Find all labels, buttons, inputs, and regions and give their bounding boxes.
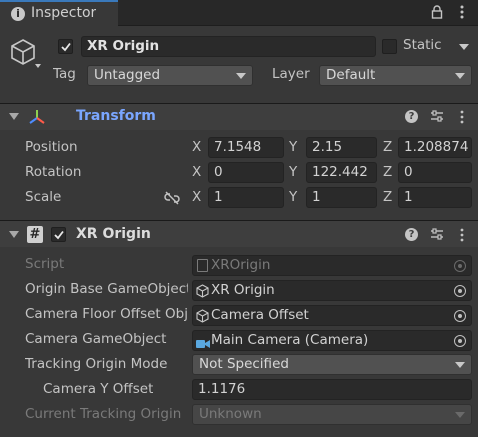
camera-gameobject-label: Camera GameObject (25, 331, 167, 347)
current-tracking-origin-value: Unknown (199, 406, 262, 422)
object-name-field[interactable]: XR Origin (81, 36, 376, 57)
scale-z-axis[interactable]: Z (383, 189, 392, 205)
rotation-x-axis[interactable]: X (192, 164, 201, 180)
layer-label: Layer (272, 66, 310, 82)
camera-floor-offset-value: Camera Offset (211, 307, 309, 323)
camera-y-offset-label: Camera Y Offset (43, 381, 154, 397)
chevron-down-icon (455, 412, 465, 418)
camera-gameobject-value: Main Camera (Camera) (211, 332, 369, 348)
kebab-menu-icon[interactable] (455, 4, 469, 20)
rotation-z-field[interactable]: 0 (398, 162, 472, 183)
gameobject-icon (196, 309, 209, 323)
script-value: XROrigin (211, 257, 271, 273)
tab-inspector[interactable]: i Inspector (0, 0, 118, 27)
tag-dropdown[interactable]: Untagged (87, 65, 253, 86)
component-enabled-checkbox[interactable] (51, 227, 66, 242)
kebab-menu-icon[interactable] (456, 109, 468, 125)
rotation-y-axis[interactable]: Y (289, 164, 297, 180)
position-y-axis[interactable]: Y (289, 139, 297, 155)
tag-value: Untagged (94, 67, 161, 83)
layer-dropdown[interactable]: Default (319, 65, 472, 86)
object-picker-icon[interactable] (454, 285, 466, 297)
position-label: Position (25, 139, 78, 155)
scale-label: Scale (25, 189, 62, 205)
foldout-arrow-icon[interactable] (9, 231, 19, 238)
camera-gameobject-field[interactable]: Main Camera (Camera) (192, 330, 472, 351)
tracking-origin-mode-label: Tracking Origin Mode (25, 356, 168, 372)
origin-base-label: Origin Base GameObject (25, 281, 188, 297)
static-label: Static (403, 37, 442, 53)
help-icon[interactable]: ? (405, 228, 418, 241)
script-label: Script (25, 256, 65, 272)
position-z-axis[interactable]: Z (383, 139, 392, 155)
current-tracking-origin-label: Current Tracking Origin (25, 406, 182, 422)
static-checkbox[interactable] (382, 39, 397, 54)
info-icon: i (11, 7, 25, 21)
static-dropdown-icon[interactable] (459, 44, 469, 50)
origin-base-field[interactable]: XR Origin (192, 280, 472, 301)
script-hash-icon: # (27, 226, 43, 243)
gameobject-cube-icon[interactable] (9, 37, 41, 71)
tab-title: Inspector (31, 5, 97, 21)
chevron-down-icon (455, 362, 465, 368)
object-picker-icon (454, 260, 466, 272)
help-icon[interactable]: ? (405, 110, 418, 123)
position-z-field[interactable]: 1.208874 (398, 137, 472, 158)
current-tracking-origin-dropdown: Unknown (192, 404, 472, 425)
rotation-label: Rotation (25, 164, 82, 180)
script-file-icon (197, 259, 208, 272)
layer-value: Default (326, 67, 376, 83)
presets-icon[interactable] (430, 109, 444, 123)
camera-floor-offset-label: Camera Floor Offset Object (25, 306, 188, 322)
tag-label: Tag (53, 66, 76, 82)
transform-title: Transform (76, 108, 156, 124)
position-x-axis[interactable]: X (192, 139, 201, 155)
presets-icon[interactable] (430, 227, 444, 241)
camera-icon (196, 336, 210, 348)
unlinked-scale-icon[interactable] (164, 190, 180, 206)
script-field: XROrigin (192, 255, 472, 276)
rotation-z-axis[interactable]: Z (383, 164, 392, 180)
scale-z-field[interactable]: 1 (398, 187, 472, 208)
xr-origin-title: XR Origin (76, 226, 151, 242)
rotation-y-field[interactable]: 122.442 (306, 162, 377, 183)
camera-y-offset-field[interactable]: 1.1176 (192, 379, 472, 400)
tracking-origin-mode-value: Not Specified (199, 356, 289, 372)
transform-gizmo-icon (28, 108, 46, 126)
object-picker-icon[interactable] (454, 310, 466, 322)
active-checkbox[interactable] (58, 39, 73, 54)
position-x-field[interactable]: 7.1548 (208, 137, 284, 158)
gameobject-icon (196, 284, 209, 298)
kebab-menu-icon[interactable] (456, 227, 468, 243)
foldout-arrow-icon[interactable] (9, 113, 19, 120)
rotation-x-field[interactable]: 0 (208, 162, 284, 183)
lock-icon[interactable] (430, 5, 444, 19)
tracking-origin-mode-dropdown[interactable]: Not Specified (192, 354, 472, 375)
scale-x-field[interactable]: 1 (208, 187, 284, 208)
origin-base-value: XR Origin (211, 282, 275, 298)
chevron-down-icon (236, 73, 246, 79)
camera-floor-offset-field[interactable]: Camera Offset (192, 305, 472, 326)
object-picker-icon[interactable] (454, 335, 466, 347)
scale-y-axis[interactable]: Y (289, 189, 297, 205)
scale-y-field[interactable]: 1 (306, 187, 377, 208)
position-y-field[interactable]: 2.15 (306, 137, 377, 158)
chevron-down-icon (455, 73, 465, 79)
scale-x-axis[interactable]: X (192, 189, 201, 205)
